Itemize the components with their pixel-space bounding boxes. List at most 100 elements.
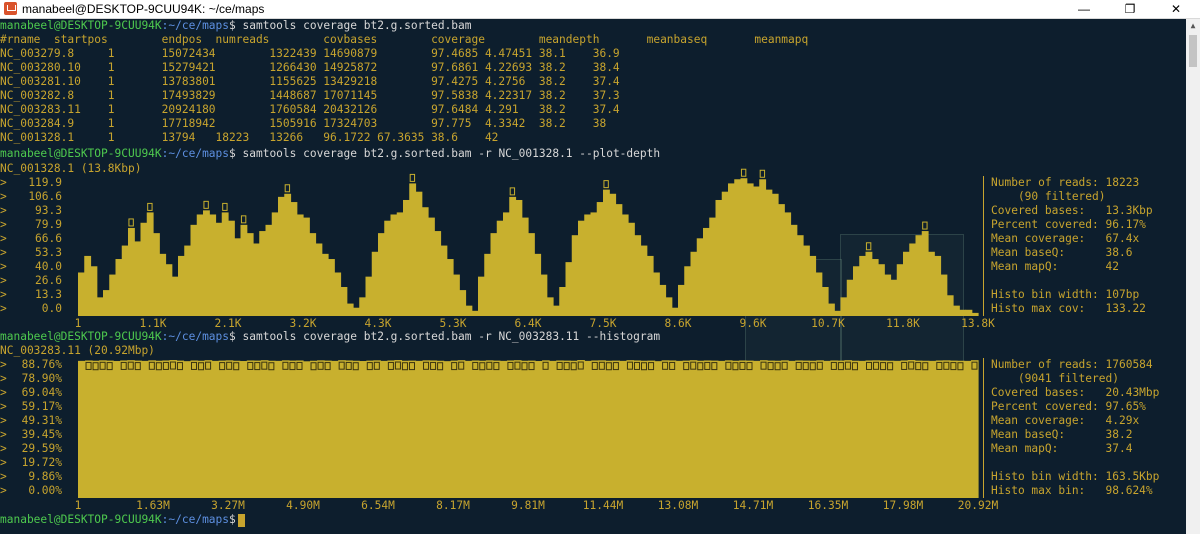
bar (795, 360, 803, 498)
bar (640, 360, 649, 498)
bar (415, 360, 424, 498)
bar (153, 233, 160, 316)
peak-marker (240, 215, 247, 224)
bar (384, 220, 392, 316)
bar (965, 309, 973, 316)
bar (239, 361, 248, 498)
x-tick-label: 7.5K (589, 317, 617, 330)
bar (478, 360, 487, 498)
bar (103, 290, 110, 316)
bar (515, 199, 523, 316)
y-tick-label: 0.0 (41, 302, 62, 315)
bar (767, 360, 775, 498)
peak-marker (740, 168, 747, 177)
bar (834, 310, 842, 316)
axis-tick-glyph: > (0, 260, 7, 273)
y-tick-label: 26.6 (35, 274, 62, 287)
bar (165, 264, 173, 316)
bar (178, 255, 185, 316)
bar (571, 235, 579, 316)
bar (928, 251, 935, 316)
bar (970, 360, 979, 498)
y-tick-label: 93.3 (35, 204, 62, 217)
y-tick-label: 59.17% (21, 400, 62, 413)
bar (459, 290, 467, 316)
bar (738, 360, 747, 498)
bar (484, 253, 492, 316)
bar (802, 360, 810, 498)
bar (528, 360, 536, 498)
title-bar[interactable]: manabeel@DESKTOP-9CUU94K: ~/ce/maps — ❐ … (0, 0, 1200, 19)
bar (408, 360, 417, 498)
bar (359, 297, 367, 316)
bar (696, 238, 704, 316)
bar (844, 360, 853, 498)
bar (78, 360, 86, 498)
bar (390, 214, 398, 316)
bar (903, 251, 910, 316)
bar (940, 274, 948, 316)
y-tick-label: 13.3 (35, 288, 62, 301)
prompt-dollar: $ (229, 513, 236, 526)
bar (815, 272, 823, 316)
x-tick-label: 14.71M (732, 499, 774, 512)
bar (303, 217, 310, 316)
bar (134, 241, 142, 316)
bar (271, 212, 279, 316)
bar (465, 305, 473, 316)
bar (640, 245, 648, 316)
minimize-button[interactable]: — (1061, 0, 1107, 18)
bar (781, 360, 789, 498)
bar (865, 251, 873, 316)
bar (184, 245, 192, 316)
bar (603, 189, 610, 316)
bar (365, 276, 373, 316)
terminal-output[interactable]: manabeel@DESKTOP-9CUU94K:~/ce/maps$ samt… (0, 19, 1186, 534)
axis-tick-glyph: > (0, 218, 7, 231)
histogram-right-border (983, 358, 984, 498)
terminal-app-icon (4, 2, 17, 15)
bar (429, 360, 438, 498)
scroll-up-arrow-icon[interactable]: ▲ (1186, 19, 1200, 33)
bar (633, 360, 642, 498)
scrollbar-thumb[interactable] (1189, 35, 1197, 67)
restore-button[interactable]: ❐ (1107, 0, 1153, 18)
bar (865, 360, 874, 498)
bar (553, 305, 560, 316)
bar (478, 276, 485, 316)
bar (934, 255, 942, 316)
bar (134, 360, 142, 498)
bar (809, 255, 817, 316)
axis-tick-glyph: > (0, 232, 7, 245)
bar (265, 224, 273, 316)
bar (740, 178, 748, 316)
bar (871, 259, 879, 316)
bar (345, 360, 353, 498)
bar (851, 360, 860, 498)
bar (731, 360, 740, 498)
bar (621, 214, 629, 316)
bar (915, 235, 923, 316)
histogram-title: NC_003283.11 (20.92Mbp) (0, 344, 155, 357)
x-tick-label: 11.44M (582, 499, 624, 512)
bar (535, 361, 543, 498)
bar (396, 212, 404, 316)
bar (155, 360, 163, 498)
bar (253, 360, 262, 498)
depth-plot-chart (78, 168, 979, 316)
bar (634, 235, 642, 316)
x-tick-label: 13.8K (961, 317, 995, 330)
close-button[interactable]: ✕ (1153, 0, 1199, 18)
prompt-user-host: manabeel@DESKTOP-9CUU94K (0, 330, 162, 343)
axis-tick-glyph: > (0, 386, 7, 399)
bar (346, 303, 354, 316)
bar (949, 360, 958, 498)
prompt-user-host: manabeel@DESKTOP-9CUU94K (0, 147, 162, 160)
bar (753, 360, 761, 498)
bar (457, 360, 466, 498)
x-tick-label: 17.98M (882, 499, 924, 512)
bar (678, 284, 685, 316)
prompt-line: manabeel@DESKTOP-9CUU94K:~/ce/maps$ samt… (0, 19, 472, 33)
bar (415, 191, 423, 316)
vertical-scrollbar[interactable]: ▲ (1186, 19, 1200, 534)
